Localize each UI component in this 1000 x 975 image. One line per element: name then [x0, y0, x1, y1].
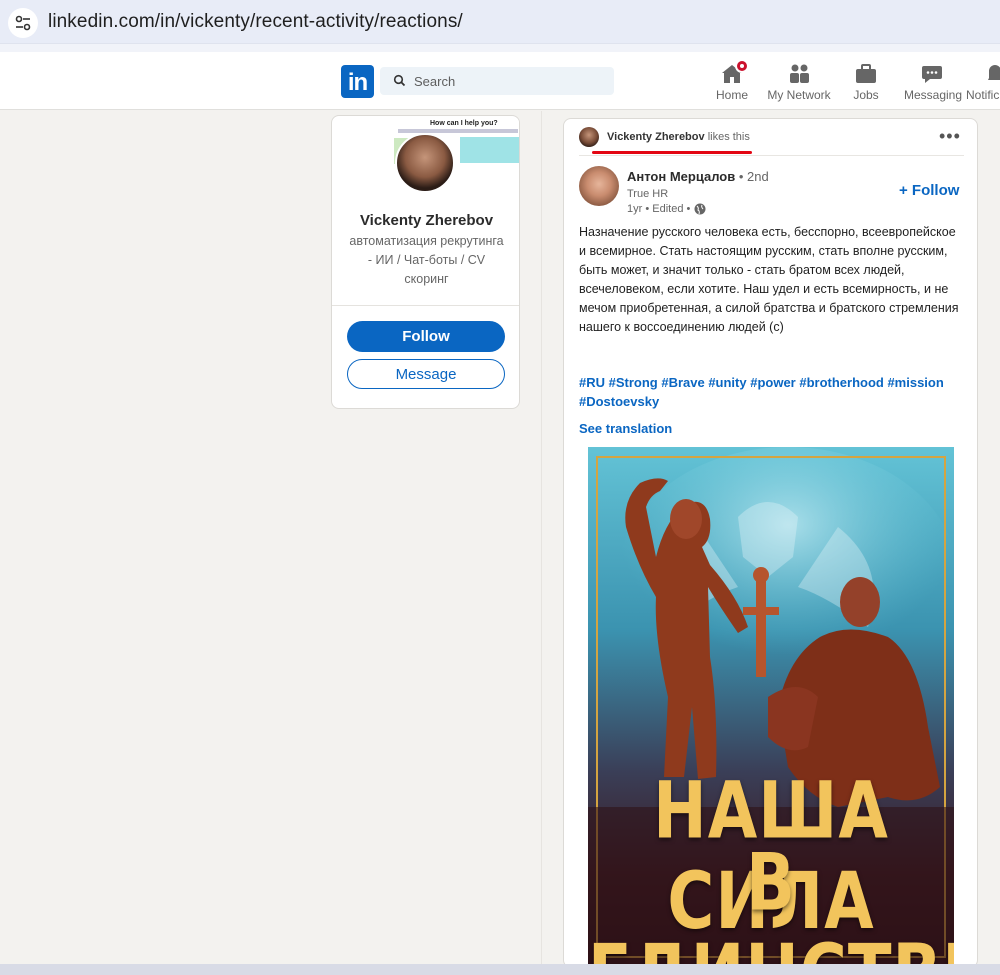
- post-image[interactable]: НАША СИЛА В ЕДИНСТВЕ: [588, 447, 954, 967]
- linkedin-top-nav: in Search Home My Network Jobs Messaging…: [0, 52, 1000, 110]
- taskbar-strip: [0, 964, 1000, 975]
- address-bar[interactable]: linkedin.com/in/vickenty/recent-activity…: [0, 0, 1000, 44]
- nav-label: Jobs: [853, 88, 879, 102]
- nav-messaging[interactable]: Messaging: [904, 62, 963, 102]
- activity-suffix: likes this: [707, 131, 750, 143]
- message-button[interactable]: Message: [347, 359, 505, 389]
- post-card: Vickenty Zherebov likes this ••• Антон М…: [563, 118, 978, 968]
- profile-headline: автоматизация рекрутинга - ИИ / Чат-боты…: [349, 234, 504, 286]
- more-options-icon[interactable]: •••: [939, 127, 961, 145]
- site-settings-icon[interactable]: [8, 8, 38, 38]
- briefcase-icon: [856, 64, 876, 83]
- nav-my-network[interactable]: My Network: [766, 62, 832, 102]
- browser-chrome: linkedin.com/in/vickenty/recent-activity…: [0, 0, 1000, 52]
- linkedin-logo-icon[interactable]: in: [341, 65, 374, 98]
- divider: [332, 305, 519, 306]
- activity-text: Vickenty Zherebov likes this: [607, 131, 750, 143]
- divider: [579, 155, 964, 156]
- follow-button[interactable]: Follow: [347, 321, 505, 352]
- nav-notifications[interactable]: Notific: [966, 62, 1000, 102]
- post-body-text: Назначение русского человека есть, бессп…: [579, 225, 959, 334]
- see-translation-link[interactable]: See translation: [579, 421, 672, 436]
- activity-header: Vickenty Zherebov likes this •••: [564, 119, 977, 156]
- author-company: True HR: [627, 188, 669, 200]
- author-avatar[interactable]: [579, 166, 619, 206]
- activity-actor-name[interactable]: Vickenty Zherebov: [607, 131, 705, 143]
- nav-home[interactable]: Home: [712, 59, 752, 102]
- bell-icon: [988, 65, 1000, 80]
- search-input[interactable]: Search: [380, 67, 614, 95]
- image-headline-line2: В ЕДИНСТВЕ: [588, 838, 954, 967]
- nav-label: My Network: [767, 88, 831, 102]
- banner-title: How can I help you?: [430, 120, 498, 127]
- globe-icon: [694, 203, 706, 215]
- notification-dot: [735, 59, 749, 73]
- author-meta: 1yr • Edited •: [627, 203, 706, 215]
- activity-avatar[interactable]: [579, 127, 599, 147]
- red-underline-annotation: [592, 151, 752, 154]
- author-degree: • 2nd: [738, 169, 769, 184]
- network-icon: [790, 64, 809, 83]
- profile-name[interactable]: Vickenty Zherebov: [332, 212, 519, 229]
- messaging-icon: [922, 66, 942, 83]
- profile-avatar[interactable]: [395, 133, 455, 193]
- profile-card: How can I help you? Vickenty Zherebov ав…: [331, 115, 520, 409]
- search-icon: [393, 74, 406, 87]
- nav-label: Home: [715, 88, 748, 102]
- post-follow-button[interactable]: + Follow: [899, 182, 959, 199]
- url-text[interactable]: linkedin.com/in/vickenty/recent-activity…: [48, 11, 463, 33]
- nav-jobs[interactable]: Jobs: [847, 62, 885, 102]
- author-name[interactable]: Антон Мерцалов • 2nd: [627, 169, 769, 184]
- nav-label: Messaging: [904, 88, 963, 102]
- nav-label: Notific: [966, 88, 1000, 102]
- search-placeholder: Search: [414, 74, 456, 89]
- post-hashtags[interactable]: #RU #Strong #Brave #unity #power #brothe…: [579, 373, 961, 411]
